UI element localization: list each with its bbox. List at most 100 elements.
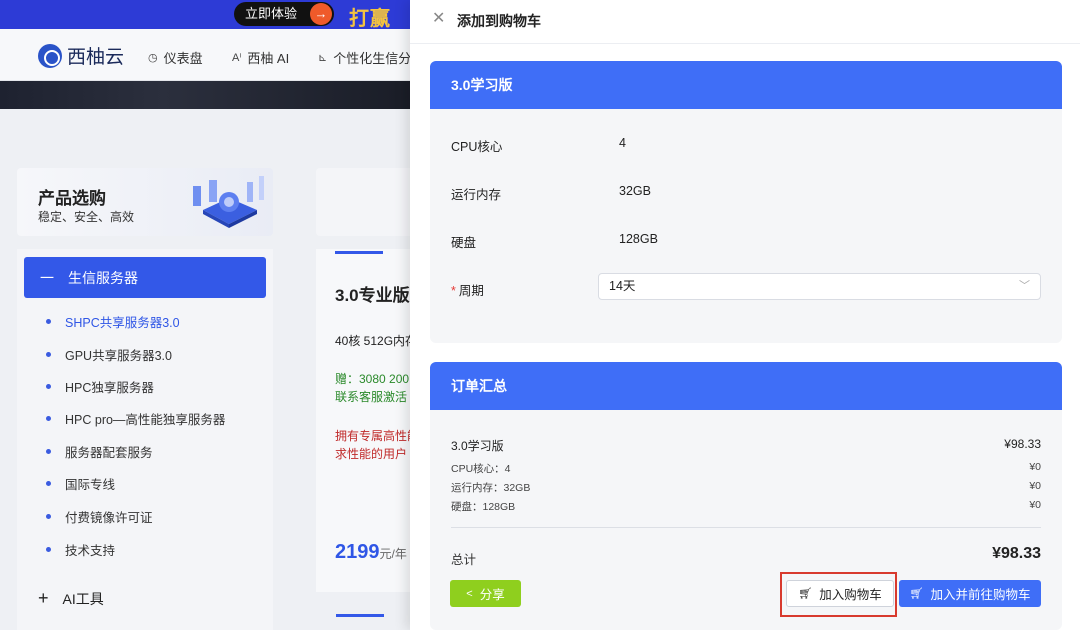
sidebar-group-label: 生信服务器 (68, 269, 138, 286)
share-icon: < (466, 587, 473, 600)
summary-divider (451, 527, 1041, 528)
summary-subitem-memory: 运行内存：32GB (451, 482, 531, 494)
summary-item-name: 3.0学习版 (451, 439, 504, 453)
nav-item-analysis[interactable]: ⊾ 个性化生信分 (318, 48, 411, 67)
collapse-icon: 一 (40, 269, 54, 286)
nav-item-ai[interactable]: Aⁱ 西柚 AI (232, 48, 289, 67)
logo[interactable]: 西柚云 (38, 42, 124, 69)
summary-subitem-price: ¥0 (1029, 461, 1041, 473)
drawer-header: ✕ 添加到购物车 (410, 0, 1080, 44)
share-button[interactable]: < 分享 (450, 580, 521, 607)
card-accent-bar (335, 251, 383, 254)
product-description: 拥有专属高性能 求性能的用户 (335, 427, 419, 463)
promo-bar: 立即体验 → 打赢数 (0, 0, 410, 59)
drawer-title: 添加到购物车 (457, 13, 541, 29)
required-marker: * (451, 284, 456, 298)
product-title: 3.0专业版 (335, 286, 410, 305)
product-selection-card: 产品选购 稳定、安全、高效 (17, 168, 273, 236)
banner-strip (0, 81, 410, 109)
product-desc-line: 拥有专属高性能 (335, 429, 420, 443)
product-desc-line: 求性能的用户 (335, 447, 408, 461)
expand-icon: + (38, 588, 49, 608)
total-price: ¥98.33 (992, 545, 1041, 562)
sidebar-item-gpu[interactable]: GPU共享服务器3.0 (46, 345, 172, 364)
bullet-icon (46, 481, 51, 486)
promo-cta-button[interactable]: 立即体验 → (234, 2, 334, 26)
product-gift-line: 联系客服激活 (335, 390, 408, 404)
product-price-unit: 元/年 (379, 547, 407, 561)
bullet-icon (46, 514, 51, 519)
add-to-cart-drawer: ✕ 添加到购物车 3.0学习版 CPU核心 4 运行内存 32GB 硬盘 128… (410, 0, 1080, 630)
config-card: 3.0学习版 CPU核心 4 运行内存 32GB 硬盘 128GB * 周期 14… (430, 61, 1062, 343)
spec-label-cpu: CPU核心 (451, 140, 503, 154)
nav-item-dashboard[interactable]: ◷ 仪表盘 (148, 48, 203, 67)
sidebar-item-label: 国际专线 (65, 478, 116, 492)
spec-value-cpu: 4 (619, 136, 626, 150)
period-label-text: 周期 (458, 284, 484, 298)
sidebar-title: 产品选购 (38, 189, 106, 208)
sidebar-item-label: SHPC共享服务器3.0 (65, 316, 180, 330)
sidebar-item-tech-support[interactable]: 技术支持 (46, 540, 115, 559)
summary-subitem-cpu: CPU核心：4 (451, 463, 511, 475)
sidebar-item-label: 服务器配套服务 (65, 446, 153, 460)
config-card-title: 3.0学习版 (430, 61, 1062, 109)
product-card: 3.0专业版 40核 512G内存 赠：3080 200 联系客服激活 拥有专属… (316, 249, 419, 592)
sidebar-menu: 一 生信服务器 SHPC共享服务器3.0 GPU共享服务器3.0 HPC独享服务… (17, 249, 273, 630)
sidebar-group-ai-tools[interactable]: + AI工具 (38, 588, 104, 609)
summary-item-price: ¥98.33 (1004, 437, 1041, 451)
dashboard-icon: ◷ (148, 52, 158, 64)
arrow-right-icon: → (310, 3, 332, 25)
order-summary-card: 订单汇总 3.0学习版 ¥98.33 CPU核心：4 ¥0 运行内存：32GB … (430, 362, 1062, 630)
nav-item-label: 个性化生信分 (333, 51, 412, 66)
spec-label-memory: 运行内存 (451, 188, 502, 202)
cart-icon: 🛒︎ (909, 588, 924, 600)
logo-text: 西柚云 (67, 47, 125, 68)
bullet-icon (46, 416, 51, 421)
sidebar-item-label: HPC独享服务器 (65, 381, 154, 395)
summary-subitem-disk: 硬盘：128GB (451, 501, 516, 513)
chevron-down-icon: ﹀ (1019, 280, 1030, 292)
summary-subitem-price: ¥0 (1029, 480, 1041, 492)
bullet-icon (46, 384, 51, 389)
summary-card-title: 订单汇总 (430, 362, 1062, 410)
total-label: 总计 (451, 553, 477, 567)
sidebar-item-shpc[interactable]: SHPC共享服务器3.0 (46, 312, 180, 331)
ai-icon: Aⁱ (232, 52, 242, 64)
server-illustration-icon (193, 176, 264, 228)
logo-icon (38, 43, 62, 68)
sidebar-item-intl-line[interactable]: 国际专线 (46, 474, 115, 493)
sidebar-item-image-license[interactable]: 付费镜像许可证 (46, 507, 153, 526)
sidebar-item-hpc-pro[interactable]: HPC pro—高性能独享服务器 (46, 409, 225, 428)
product-gift: 赠：3080 200 联系客服激活 (335, 370, 409, 406)
sidebar-item-label: GPU共享服务器3.0 (65, 349, 172, 363)
highlight-box (780, 572, 897, 617)
bullet-icon (46, 352, 51, 357)
sidebar-group-label: AI工具 (62, 590, 104, 607)
chart-icon: ⊾ (318, 52, 328, 64)
add-and-go-to-cart-button[interactable]: 🛒︎ 加入并前往购物车 (899, 580, 1041, 607)
close-icon[interactable]: ✕ (432, 11, 448, 27)
sidebar-subtitle: 稳定、安全、高效 (38, 210, 135, 224)
sidebar-group-bio-servers[interactable]: 一 生信服务器 (24, 257, 266, 298)
period-select[interactable]: 14天 ﹀ (598, 273, 1041, 300)
nav-item-label: 仪表盘 (163, 51, 203, 66)
period-label: * 周期 (451, 280, 484, 299)
spec-label-disk: 硬盘 (451, 236, 477, 250)
product-price: 2199元/年 (335, 541, 407, 564)
sidebar-item-server-services[interactable]: 服务器配套服务 (46, 442, 153, 461)
add-and-go-label: 加入并前往购物车 (930, 588, 1031, 602)
bullet-icon (46, 449, 51, 454)
summary-subitem-price: ¥0 (1029, 499, 1041, 511)
sidebar-item-hpc[interactable]: HPC独享服务器 (46, 377, 154, 396)
spec-value-disk: 128GB (619, 232, 658, 246)
share-button-label: 分享 (479, 588, 505, 602)
nav-item-label: 西柚 AI (247, 51, 290, 66)
product-gift-line: 赠：3080 200 (335, 372, 410, 386)
period-select-value: 14天 (609, 279, 636, 293)
product-spec: 40核 512G内存 (335, 334, 418, 348)
card-accent-bar (336, 614, 384, 617)
bullet-icon (46, 319, 51, 324)
promo-cta-label: 立即体验 (245, 6, 298, 21)
top-nav: 西柚云 ◷ 仪表盘 Aⁱ 西柚 AI ⊾ 个性化生信分 (0, 29, 411, 81)
spec-value-memory: 32GB (619, 184, 651, 198)
